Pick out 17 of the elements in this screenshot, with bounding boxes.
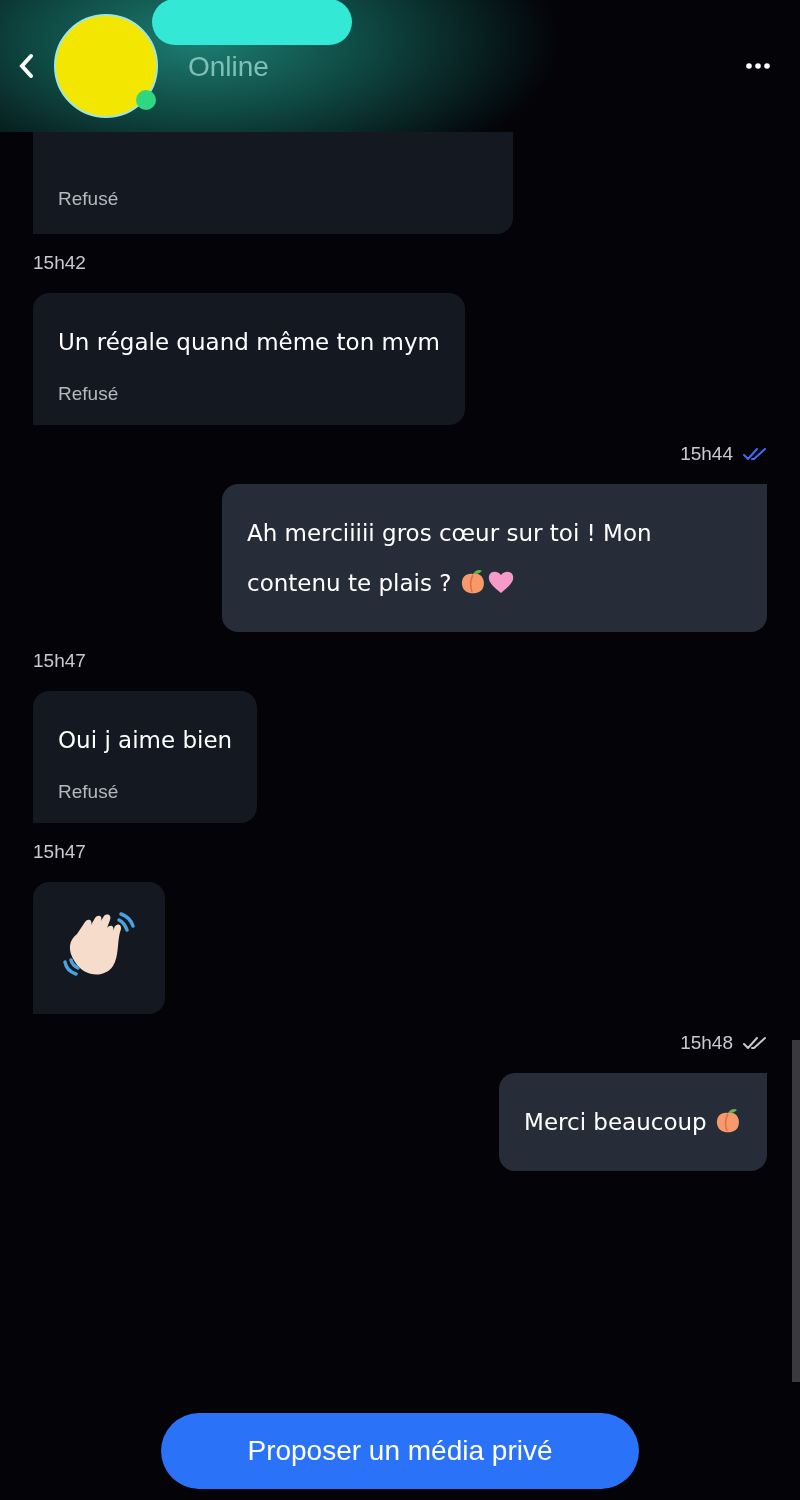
message-text: Oui j aime bien bbox=[58, 726, 233, 755]
message-time: 15h47 bbox=[33, 841, 86, 863]
message-text: Ah merciiiii gros cœur sur toi ! Mon contenu te plais ? bbox=[247, 519, 653, 598]
message-time: 15h48 bbox=[680, 1032, 733, 1054]
online-status: Online bbox=[188, 51, 270, 83]
message-status: Refusé bbox=[58, 781, 120, 803]
message-text: Un régale quand même ton mym bbox=[58, 328, 440, 357]
peach-icon bbox=[714, 1107, 742, 1135]
more-icon[interactable] bbox=[746, 63, 770, 69]
back-icon[interactable] bbox=[18, 53, 34, 79]
message-text: Merci beaucoup bbox=[524, 1097, 742, 1147]
message-time: 15h42 bbox=[33, 252, 86, 274]
propose-media-button[interactable]: Proposer un média privé bbox=[161, 1413, 639, 1489]
message-status: Refusé bbox=[58, 188, 120, 210]
message-status: Refusé bbox=[58, 383, 120, 405]
message-time: 15h47 bbox=[33, 650, 86, 672]
message-time: 15h44 bbox=[680, 443, 733, 465]
